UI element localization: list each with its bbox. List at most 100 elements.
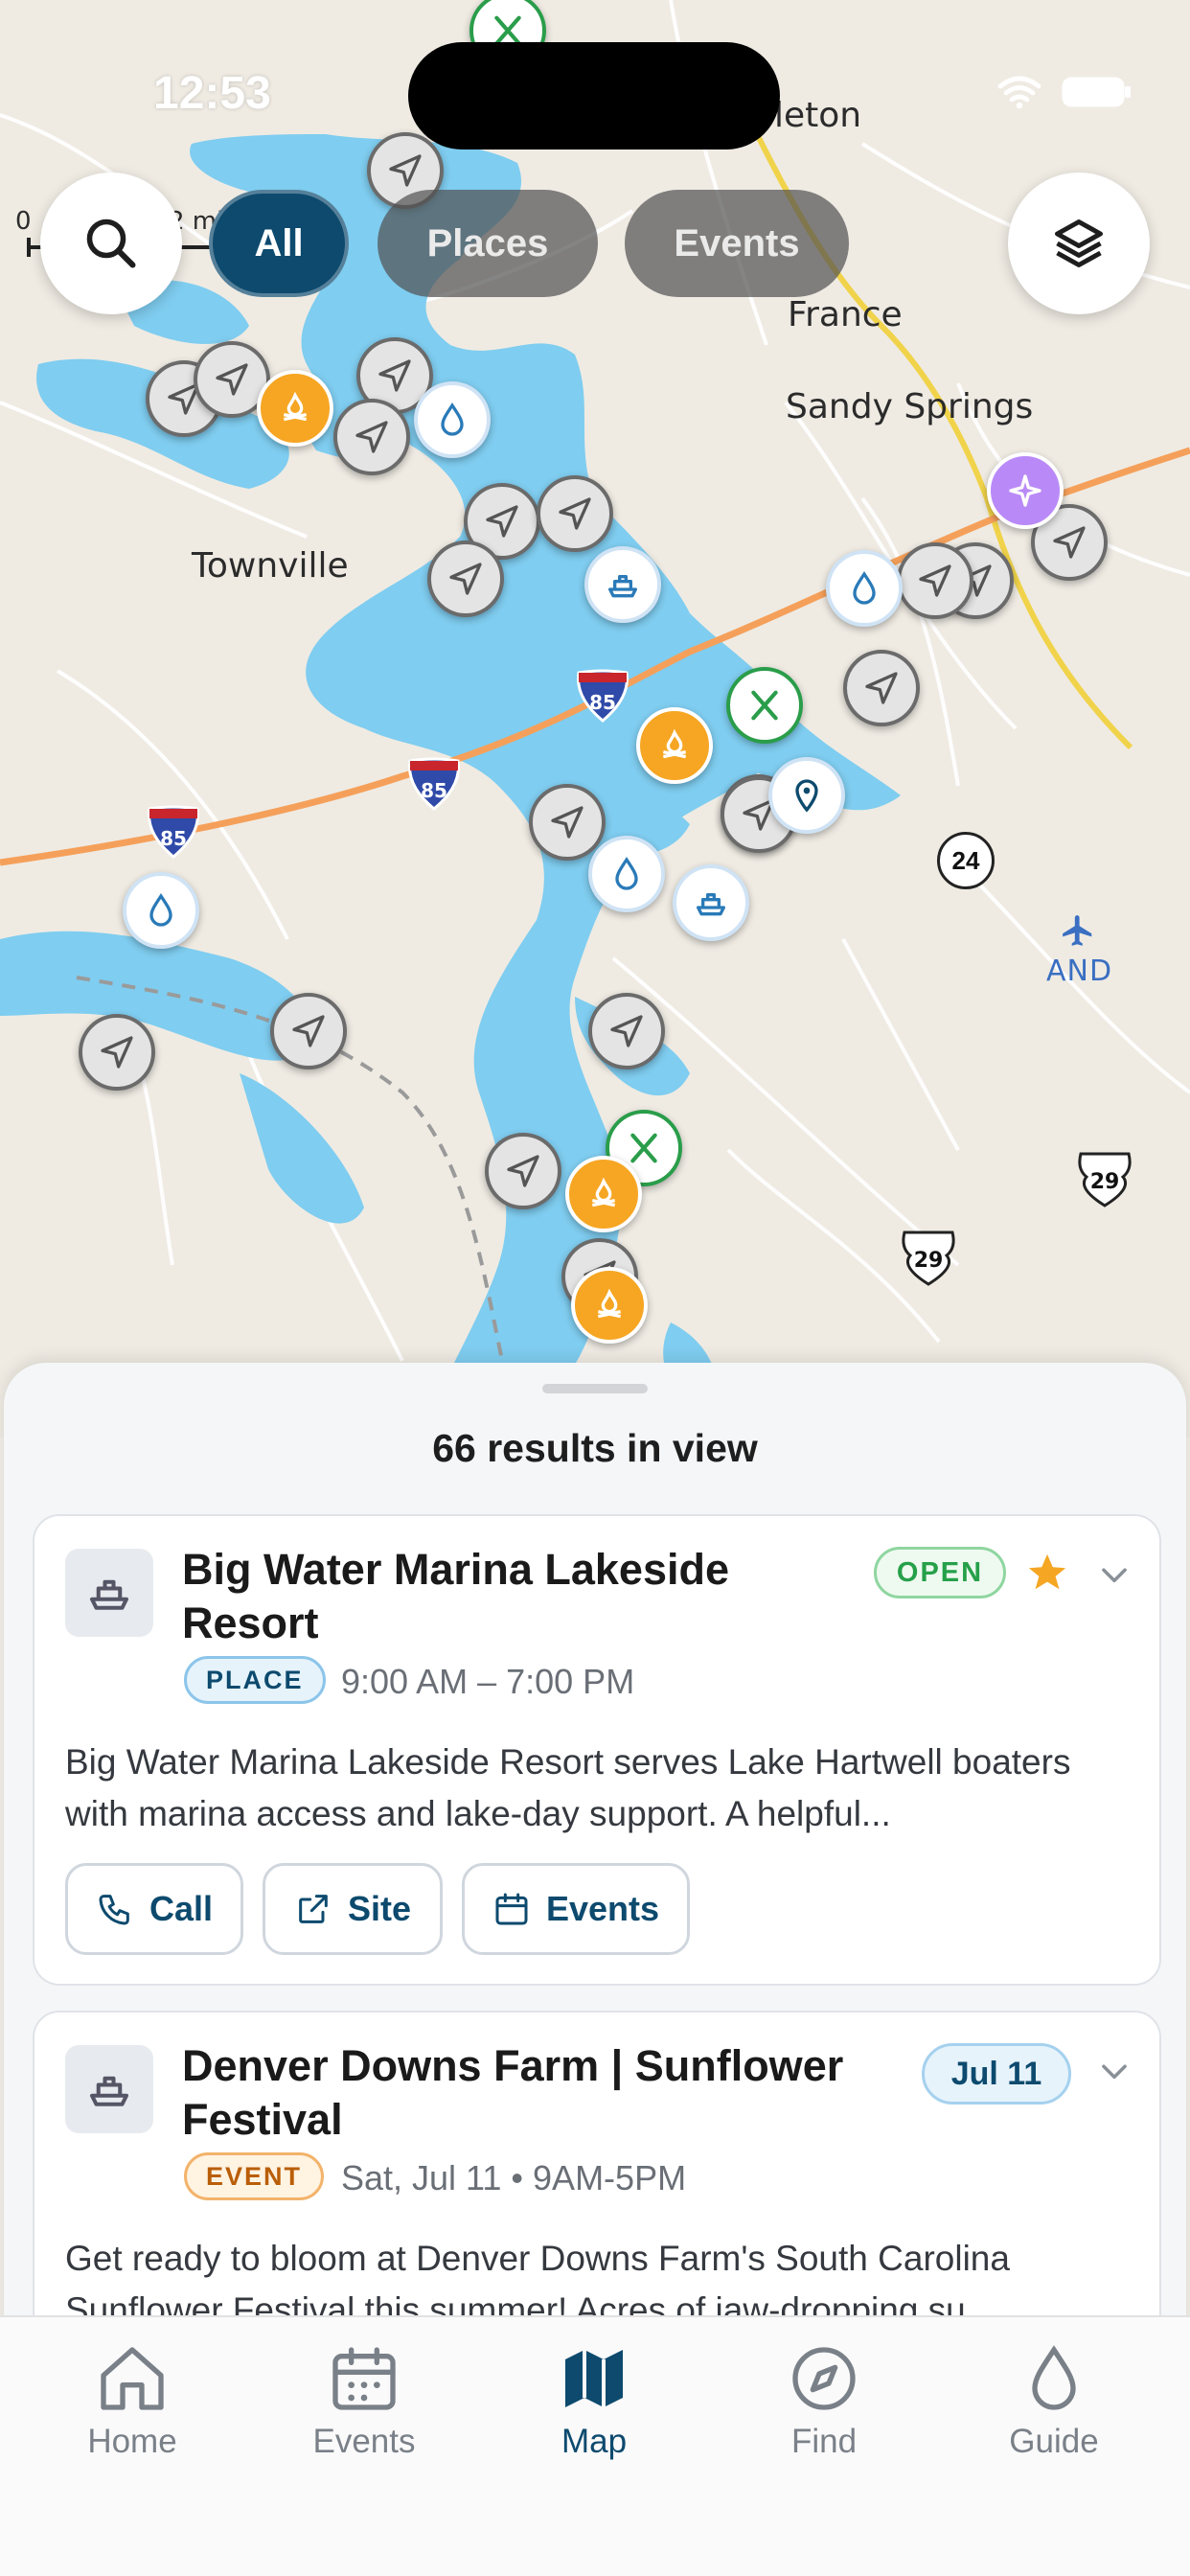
filter-chip-places[interactable]: Places bbox=[378, 190, 598, 297]
home-icon bbox=[101, 2347, 164, 2410]
interstate-shield: 85 bbox=[575, 669, 630, 723]
water-drop-icon bbox=[615, 856, 638, 890]
battery-icon bbox=[1062, 77, 1131, 107]
us-route-shield-number: 29 bbox=[914, 1249, 944, 1273]
navigation-arrow-icon bbox=[610, 1015, 643, 1047]
category-tag: PLACE bbox=[184, 1656, 326, 1704]
favorite-star-icon[interactable] bbox=[1025, 1551, 1069, 1595]
map-pin-navigation[interactable] bbox=[843, 650, 920, 726]
map-pin-featured[interactable] bbox=[987, 452, 1064, 529]
navigation-arrow-icon bbox=[551, 806, 584, 839]
campfire-icon bbox=[283, 391, 308, 422]
calendar-icon bbox=[495, 1893, 528, 1925]
card-title[interactable]: Denver Downs Farm | Sunflower Festival bbox=[182, 2039, 872, 2147]
place-label-townville: Townville bbox=[192, 546, 349, 586]
app-root: 0 2 mi Townville France Sandy Springs AN… bbox=[0, 0, 1190, 2576]
sheet-grabber[interactable] bbox=[542, 1384, 648, 1393]
map-pin-campfire[interactable] bbox=[257, 370, 333, 447]
chevron-down-icon[interactable] bbox=[1096, 1556, 1133, 1593]
status-time: 12:53 bbox=[153, 68, 271, 119]
chevron-down-icon[interactable] bbox=[1096, 2053, 1133, 2089]
result-card[interactable]: Big Water Marina Lakeside Resort OPEN PL… bbox=[33, 1514, 1161, 1986]
tab-label: Guide bbox=[1009, 2423, 1099, 2460]
tab-label: Find bbox=[790, 2423, 858, 2460]
tab-label: Home bbox=[87, 2423, 177, 2460]
tab-map[interactable]: Map bbox=[498, 2340, 690, 2461]
navigation-arrow-icon bbox=[292, 1015, 325, 1047]
open-status-badge: OPEN bbox=[874, 1547, 1006, 1598]
tab-find[interactable]: Find bbox=[728, 2340, 920, 2461]
results-sheet[interactable]: 66 results in view Big Water Marina Lake… bbox=[4, 1363, 1186, 2417]
map-pin-location[interactable] bbox=[768, 757, 845, 834]
navigation-arrow-icon bbox=[507, 1155, 539, 1187]
filter-chip-all[interactable]: All bbox=[209, 190, 349, 297]
drop-icon bbox=[1032, 2345, 1076, 2410]
water-drop-icon bbox=[441, 402, 464, 436]
place-label-and: AND bbox=[1046, 954, 1113, 988]
map-view[interactable]: 0 2 mi Townville France Sandy Springs AN… bbox=[0, 0, 1190, 1438]
card-hours: 9:00 AM – 7:00 PM bbox=[341, 1662, 635, 1701]
navigation-arrow-icon bbox=[101, 1036, 133, 1069]
map-pin-navigation[interactable] bbox=[270, 993, 347, 1070]
tab-guide[interactable]: Guide bbox=[958, 2340, 1150, 2461]
airport-icon bbox=[1063, 915, 1092, 946]
map-pin-campfire[interactable] bbox=[636, 707, 713, 784]
map-pin-campfire[interactable] bbox=[571, 1267, 648, 1344]
map-pin-navigation[interactable] bbox=[588, 993, 665, 1070]
navigation-arrow-icon bbox=[449, 563, 482, 595]
card-description: Big Water Marina Lakeside Resort serves … bbox=[65, 1742, 1071, 1833]
search-button[interactable] bbox=[40, 172, 182, 314]
boat-icon bbox=[608, 575, 637, 598]
sparkles-icon bbox=[1009, 474, 1041, 507]
phone-icon bbox=[99, 1895, 129, 1925]
map-pin-water[interactable] bbox=[414, 381, 491, 458]
navigation-arrow-icon bbox=[216, 363, 248, 396]
navigation-arrow-icon bbox=[919, 564, 951, 597]
tab-label: Events bbox=[312, 2423, 416, 2460]
map-pin-campfire[interactable] bbox=[565, 1156, 642, 1232]
dynamic-island bbox=[408, 42, 780, 150]
interstate-shield-number: 85 bbox=[421, 779, 447, 802]
navigation-arrow-icon bbox=[486, 505, 518, 538]
search-icon bbox=[86, 218, 136, 268]
external-link-icon bbox=[299, 1895, 328, 1923]
map-pin-food[interactable] bbox=[726, 667, 803, 744]
map-pin-navigation[interactable] bbox=[485, 1133, 561, 1209]
map-pin-navigation[interactable] bbox=[427, 540, 504, 617]
map-pin-water[interactable] bbox=[588, 836, 665, 912]
us-route-shield: 29 bbox=[899, 1229, 958, 1286]
interstate-shield-number: 85 bbox=[160, 827, 187, 850]
layers-button[interactable] bbox=[1008, 172, 1150, 314]
map-pin-navigation[interactable] bbox=[537, 475, 613, 552]
map-pin-navigation[interactable] bbox=[333, 399, 410, 475]
map-pin-water[interactable] bbox=[826, 550, 903, 627]
tab-label: Map bbox=[561, 2423, 628, 2460]
card-category-icon bbox=[65, 2045, 153, 2133]
card-hours: Sat, Jul 11 • 9AM-5PM bbox=[341, 2158, 687, 2197]
water-drop-icon bbox=[853, 570, 876, 605]
filter-chip-events[interactable]: Events bbox=[625, 190, 849, 297]
map-pin-navigation[interactable] bbox=[79, 1014, 155, 1091]
tab-events[interactable]: Events bbox=[268, 2340, 460, 2461]
map-pin-boat[interactable] bbox=[673, 864, 749, 941]
status-icons bbox=[996, 75, 1133, 109]
tab-home[interactable]: Home bbox=[36, 2340, 228, 2461]
interstate-shield-number: 85 bbox=[589, 691, 616, 714]
call-button[interactable]: Call bbox=[65, 1863, 243, 1955]
interstate-shield: 85 bbox=[146, 805, 201, 859]
map-pin-navigation[interactable] bbox=[529, 784, 606, 861]
us-route-shield-number: 29 bbox=[1090, 1170, 1120, 1194]
card-category-icon bbox=[65, 1549, 153, 1637]
navigation-arrow-icon bbox=[1053, 526, 1086, 559]
map-pin-navigation[interactable] bbox=[897, 542, 973, 619]
events-button[interactable]: Events bbox=[462, 1863, 690, 1955]
map-pin-boat[interactable] bbox=[584, 546, 661, 623]
tab-bar: Home Events Map Find Guide bbox=[0, 2315, 1190, 2576]
results-count: 66 results in view bbox=[432, 1426, 758, 1470]
card-title[interactable]: Big Water Marina Lakeside Resort bbox=[182, 1543, 872, 1650]
water-drop-icon bbox=[149, 892, 172, 927]
boat-icon bbox=[89, 2076, 129, 2106]
site-button[interactable]: Site bbox=[263, 1863, 443, 1955]
map-pin-water[interactable] bbox=[123, 872, 199, 949]
calendar-icon bbox=[332, 2347, 396, 2410]
